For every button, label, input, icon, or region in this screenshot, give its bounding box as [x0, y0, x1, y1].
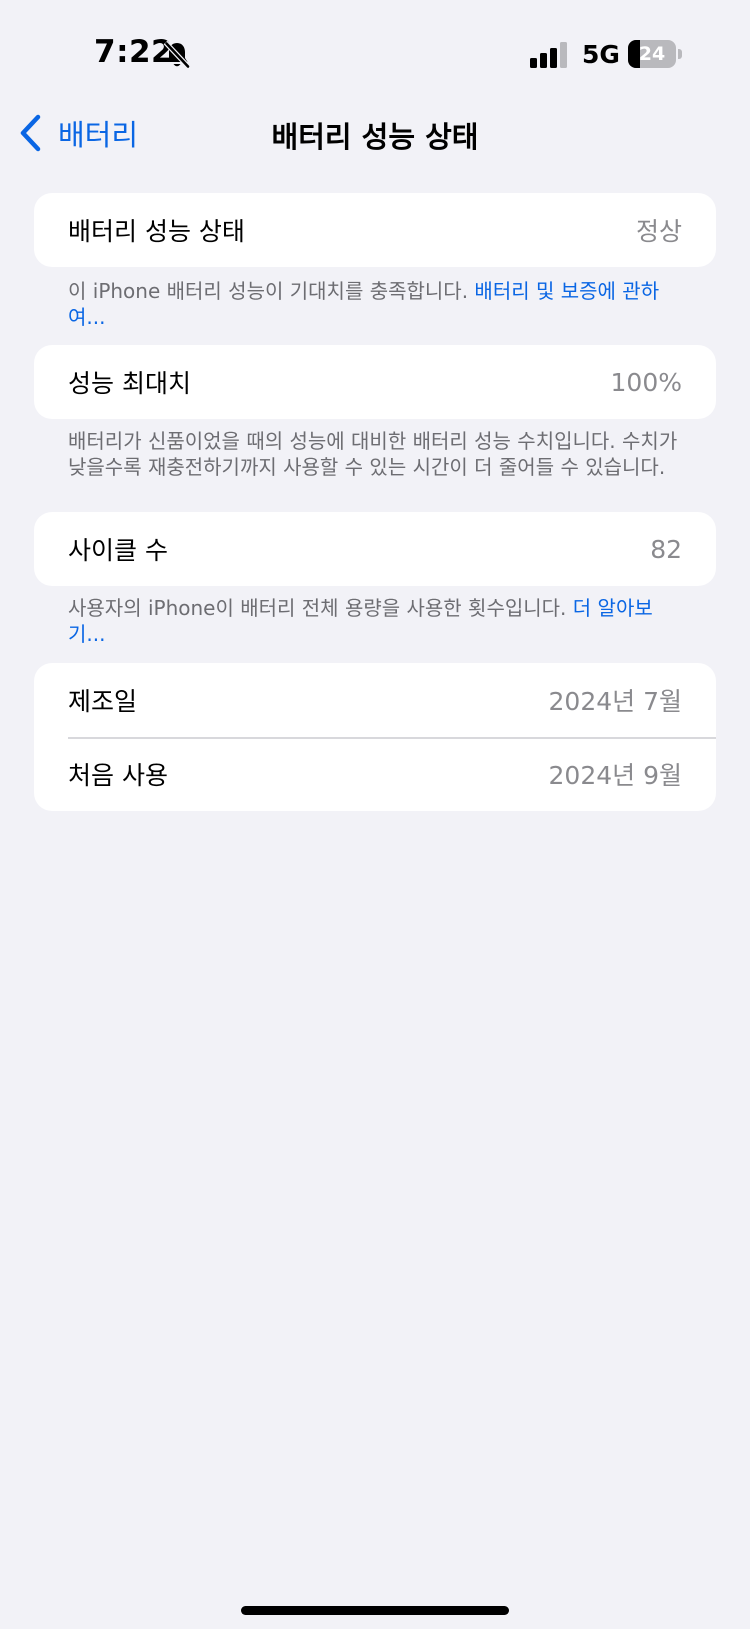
health-footer: 이 iPhone 배터리 성능이 기대치를 충족합니다. 배터리 및 보증에 관… [68, 278, 688, 330]
health-value: 정상 [635, 217, 682, 246]
home-indicator[interactable] [241, 1606, 509, 1615]
dates-card: 제조일 2024년 7월 처음 사용 2024년 9월 [34, 663, 716, 811]
capacity-label: 성능 최대치 [68, 369, 191, 398]
health-row: 배터리 성능 상태 정상 [34, 193, 716, 267]
capacity-card: 성능 최대치 100% [34, 345, 716, 419]
first-use-row: 처음 사용 2024년 9월 [34, 737, 716, 811]
battery-icon: 24 [628, 40, 676, 68]
battery-cap [678, 49, 682, 59]
cycles-row: 사이클 수 82 [34, 512, 716, 586]
battery-health-screen: 7:22 5G 24 배터리 배터리 성능 상태 배터리 성능 상태 정상 이 … [0, 0, 750, 1629]
first-use-label: 처음 사용 [68, 761, 168, 790]
health-label: 배터리 성능 상태 [68, 217, 245, 246]
capacity-row: 성능 최대치 100% [34, 345, 716, 419]
network-type: 5G [582, 40, 620, 69]
first-use-value: 2024년 9월 [548, 761, 682, 790]
cycles-label: 사이클 수 [68, 536, 168, 565]
cycles-value: 82 [650, 534, 682, 564]
page-title: 배터리 성능 상태 [271, 120, 479, 154]
manufacture-label: 제조일 [68, 687, 138, 716]
cellular-signal-icon [530, 42, 567, 68]
health-card: 배터리 성능 상태 정상 [34, 193, 716, 267]
manufacture-value: 2024년 7월 [548, 687, 682, 716]
cycles-footer-text: 사용자의 iPhone이 배터리 전체 용량을 사용한 횟수입니다. [68, 596, 573, 620]
cycles-footer: 사용자의 iPhone이 배터리 전체 용량을 사용한 횟수입니다. 더 알아보… [68, 595, 688, 647]
cycles-card: 사이클 수 82 [34, 512, 716, 586]
capacity-footer: 배터리가 신품이었을 때의 성능에 대비한 배터리 성능 수치입니다. 수치가 … [68, 429, 678, 479]
battery-level: 24 [638, 43, 666, 65]
capacity-value: 100% [610, 367, 682, 397]
manufacture-row: 제조일 2024년 7월 [34, 663, 716, 737]
health-footer-text: 이 iPhone 배터리 성능이 기대치를 충족합니다. [68, 279, 475, 303]
bell-slash-icon [163, 40, 191, 70]
